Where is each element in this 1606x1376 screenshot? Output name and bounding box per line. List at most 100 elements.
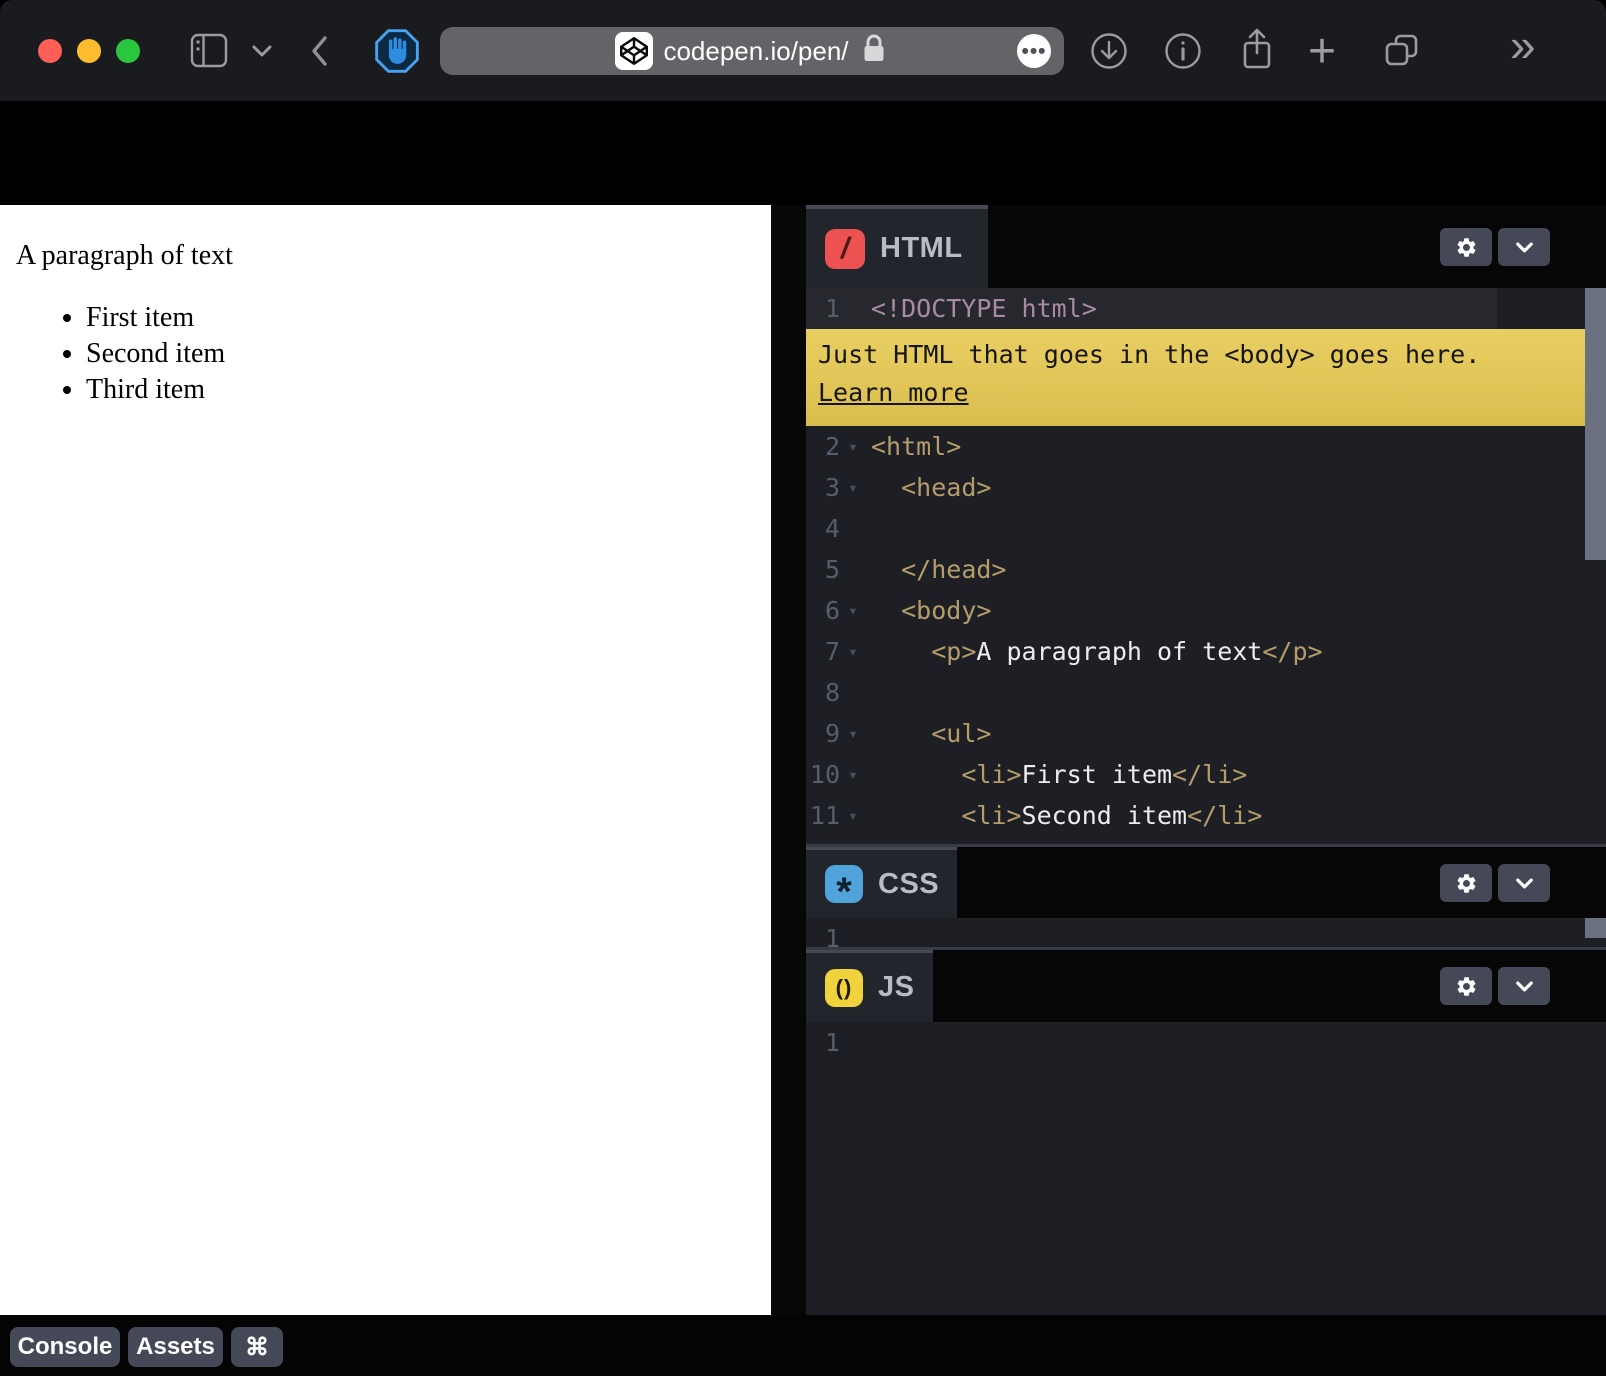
code-text: <head> <box>866 467 991 508</box>
command-icon: ⌘ <box>245 1333 269 1362</box>
code-line[interactable]: 1 <box>806 1022 1606 1063</box>
toolbar-overflow-icon[interactable]: » <box>1510 22 1536 68</box>
line-number: 1 <box>806 1022 840 1063</box>
downloads-icon[interactable] <box>1089 31 1129 76</box>
code-text <box>866 918 871 947</box>
js-collapse-chevron-icon[interactable] <box>1498 967 1550 1005</box>
sidebar-chevron-icon[interactable] <box>250 42 274 65</box>
sidebar-icon[interactable] <box>190 32 230 75</box>
code-text: <p>A paragraph of text</p> <box>866 631 1323 672</box>
preview-list-item: First item <box>86 300 763 336</box>
html-code-editor[interactable]: 1<!DOCTYPE html> Just HTML that goes in … <box>806 288 1606 844</box>
html-settings-gear-icon[interactable] <box>1440 228 1492 266</box>
console-button[interactable]: Console <box>10 1327 120 1367</box>
code-line[interactable]: 6▾ <body> <box>806 590 1606 631</box>
assets-button[interactable]: Assets <box>128 1327 223 1367</box>
js-code-editor[interactable]: 1 <box>806 1022 1606 1315</box>
code-text <box>866 508 871 549</box>
js-icon: () <box>825 969 863 1007</box>
code-line[interactable]: 1<!DOCTYPE html> <box>806 288 1606 329</box>
editor-footer: Console Assets ⌘ <box>0 1315 1606 1376</box>
new-tab-plus-icon[interactable]: + <box>1308 28 1336 76</box>
code-line[interactable]: 2▾<html> <box>806 426 1606 467</box>
page-menu-ellipsis-icon[interactable]: ••• <box>1017 34 1051 68</box>
browser-window: codepen.io/pen/ ••• <box>0 0 1606 1376</box>
html-collapse-chevron-icon[interactable] <box>1498 228 1550 266</box>
js-tab-label: JS <box>878 971 914 1004</box>
css-tab-label: CSS <box>878 868 939 901</box>
preview-paragraph: A paragraph of text <box>16 240 755 272</box>
line-number: 1 <box>806 288 840 329</box>
html-tab-label: HTML <box>880 232 963 265</box>
share-icon[interactable] <box>1237 27 1277 78</box>
line-number: 6 <box>806 590 840 631</box>
code-text <box>866 672 871 713</box>
code-line[interactable]: 7▾ <p>A paragraph of text</p> <box>806 631 1606 672</box>
assets-label: Assets <box>136 1333 215 1361</box>
fold-arrow-icon[interactable]: ▾ <box>840 795 866 836</box>
code-line[interactable]: 8 <box>806 672 1606 713</box>
fold-arrow-icon[interactable]: ▾ <box>840 754 866 795</box>
line-number: 10 <box>806 754 840 795</box>
fold-gutter <box>840 918 866 947</box>
code-text: <html> <box>866 426 961 467</box>
pane-resizer[interactable] <box>771 205 806 1315</box>
content-blocker-shield-icon[interactable] <box>375 29 419 78</box>
minimize-window-button[interactable] <box>77 39 101 63</box>
fold-arrow-icon[interactable]: ▾ <box>840 590 866 631</box>
css-collapse-chevron-icon[interactable] <box>1498 864 1550 902</box>
address-bar[interactable]: codepen.io/pen/ ••• <box>440 27 1064 75</box>
fold-arrow-icon[interactable]: ▾ <box>840 631 866 672</box>
fold-gutter <box>840 549 866 590</box>
lock-icon <box>859 33 889 70</box>
code-text: <ul> <box>866 713 991 754</box>
code-line[interactable]: 4 <box>806 508 1606 549</box>
code-line[interactable]: 11▾ <li>Second item</li> <box>806 795 1606 836</box>
preview-list: First itemSecond itemThird item <box>8 300 763 408</box>
fold-gutter <box>840 672 866 713</box>
close-window-button[interactable] <box>38 39 62 63</box>
keyboard-shortcuts-button[interactable]: ⌘ <box>231 1327 283 1367</box>
html-notice: Just HTML that goes in the <body> goes h… <box>806 329 1585 426</box>
fold-gutter <box>840 1022 866 1063</box>
code-text: </head> <box>866 549 1006 590</box>
browser-toolbar: codepen.io/pen/ ••• <box>0 0 1606 101</box>
zoom-window-button[interactable] <box>116 39 140 63</box>
code-line[interactable]: 10▾ <li>First item</li> <box>806 754 1606 795</box>
code-text: <body> <box>866 590 991 631</box>
code-text: <li>Second item</li> <box>866 795 1262 836</box>
js-settings-gear-icon[interactable] <box>1440 967 1492 1005</box>
preview-pane: A paragraph of text First itemSecond ite… <box>0 205 771 1315</box>
line-number: 11 <box>806 795 840 836</box>
tab-js[interactable]: () JS <box>806 950 933 1022</box>
tab-css[interactable]: * CSS <box>806 847 957 918</box>
tab-overview-icon[interactable] <box>1382 31 1422 76</box>
code-line[interactable]: 5 </head> <box>806 549 1606 590</box>
fold-gutter <box>840 508 866 549</box>
tab-html[interactable]: / HTML <box>806 205 988 288</box>
preview-list-item: Second item <box>86 336 763 372</box>
info-icon[interactable] <box>1163 31 1203 76</box>
line-number: 8 <box>806 672 840 713</box>
code-line[interactable]: 1 <box>806 918 1606 947</box>
code-line[interactable]: 9▾ <ul> <box>806 713 1606 754</box>
html-editor-scrollbar[interactable] <box>1585 288 1606 560</box>
line-number: 1 <box>806 918 840 947</box>
learn-more-link[interactable]: Learn more <box>818 374 1585 412</box>
css-code-editor[interactable]: 1 <box>806 918 1606 947</box>
line-number: 7 <box>806 631 840 672</box>
codepen-favicon <box>615 32 653 70</box>
css-settings-gear-icon[interactable] <box>1440 864 1492 902</box>
fold-arrow-icon[interactable]: ▾ <box>840 713 866 754</box>
css-editor-header: * CSS <box>806 847 1606 918</box>
js-editor-header: () JS <box>806 950 1606 1022</box>
html-notice-text: Just HTML that goes in the <body> goes h… <box>818 336 1585 374</box>
line-number: 4 <box>806 508 840 549</box>
css-editor-scrollbar[interactable] <box>1585 918 1606 938</box>
code-line[interactable]: 3▾ <head> <box>806 467 1606 508</box>
fold-arrow-icon[interactable]: ▾ <box>840 467 866 508</box>
line-number: 3 <box>806 467 840 508</box>
back-icon[interactable] <box>306 33 334 74</box>
fold-arrow-icon[interactable]: ▾ <box>840 426 866 467</box>
code-text <box>866 1022 871 1063</box>
